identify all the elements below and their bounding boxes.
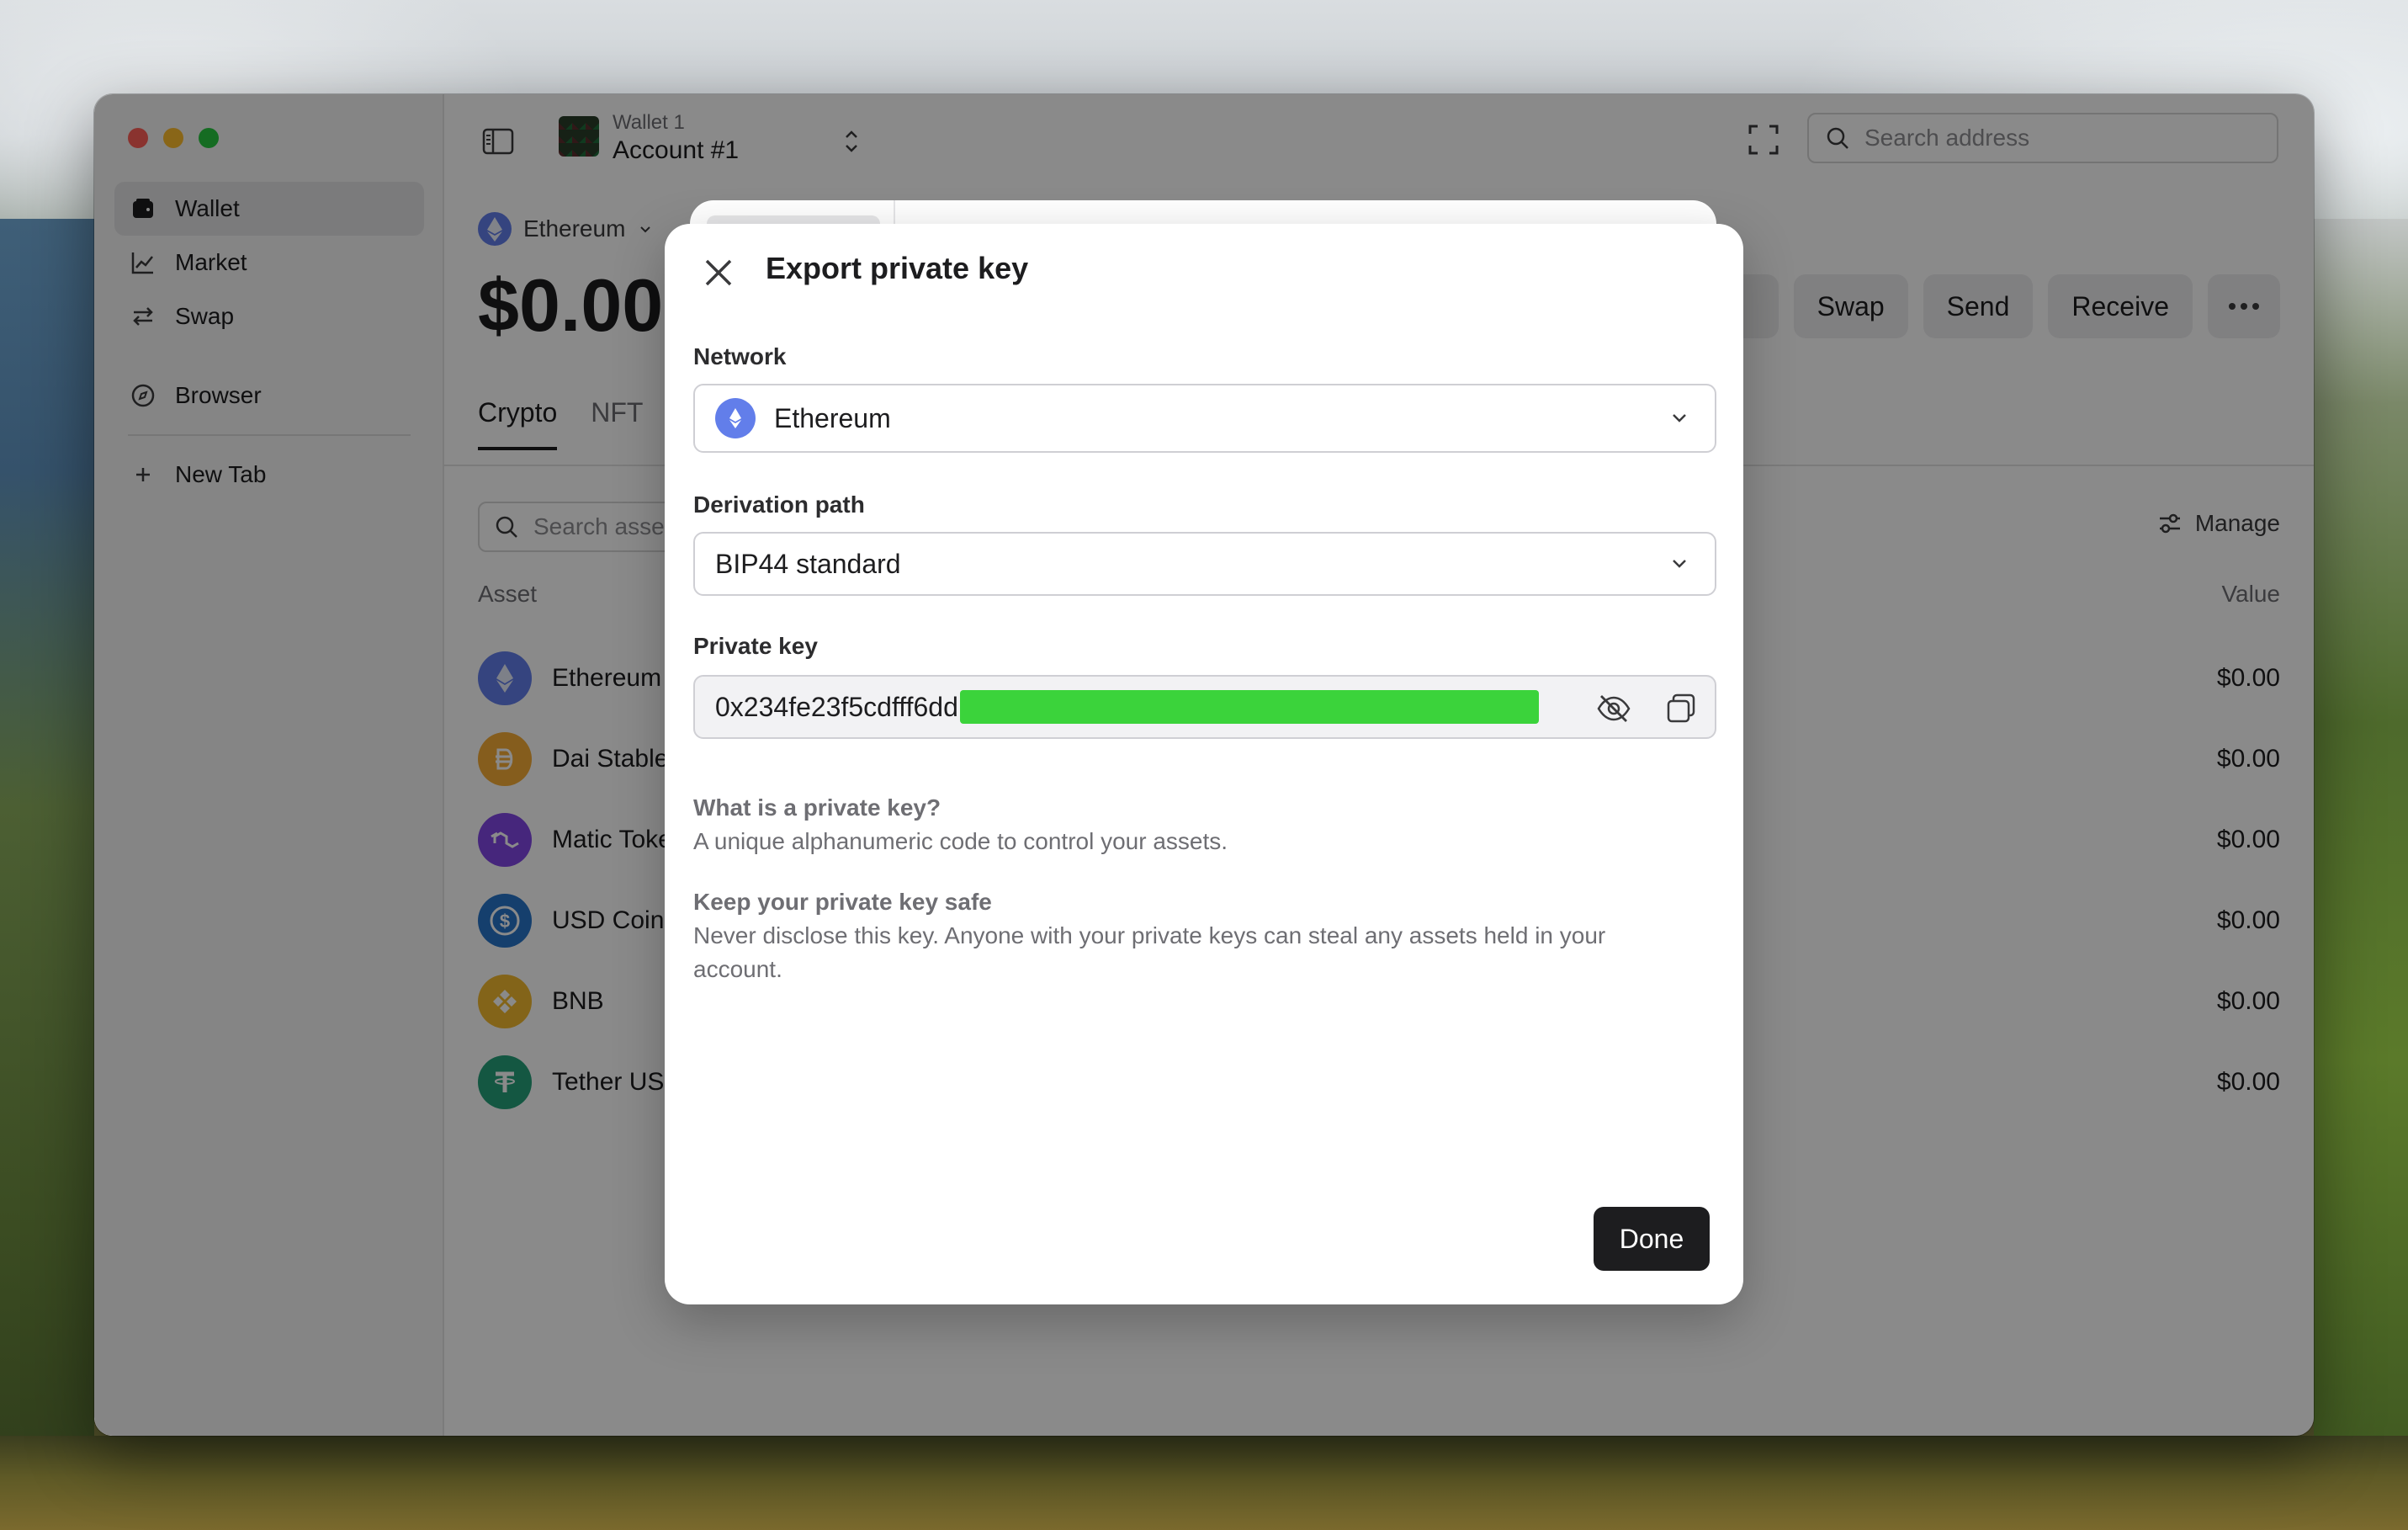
ethereum-icon [715, 398, 756, 438]
derivation-path-label: Derivation path [693, 491, 865, 518]
chevron-down-icon [1673, 560, 1686, 568]
private-key-redaction [959, 690, 1539, 724]
desktop-wallpaper-left [0, 219, 94, 1530]
info-safe-text: Never disclose this key. Anyone with you… [693, 922, 1606, 982]
copy-icon[interactable] [1663, 690, 1700, 727]
desktop-wallpaper-bottom [0, 1436, 2408, 1530]
private-key-value: 0x234fe23f5cdfff6dd [715, 691, 958, 722]
private-key-label: Private key [693, 633, 818, 659]
network-select-value: Ethereum [774, 402, 891, 433]
derivation-path-value: BIP44 standard [715, 548, 901, 579]
eye-off-icon[interactable] [1595, 690, 1632, 727]
desktop-wallpaper-right [2314, 219, 2408, 1530]
network-label: Network [693, 343, 787, 369]
info-what-text: A unique alphanumeric code to control yo… [693, 828, 1228, 854]
dialog-title: Export private key [766, 251, 1029, 285]
info-safe-title: Keep your private key safe [693, 889, 992, 915]
close-icon[interactable] [700, 254, 737, 291]
done-button[interactable]: Done [1594, 1207, 1710, 1271]
network-select[interactable]: Ethereum [693, 384, 1716, 453]
export-private-key-dialog: Export private key Network Ethereum Deri… [665, 224, 1743, 1304]
derivation-path-select[interactable]: BIP44 standard [693, 532, 1716, 596]
private-key-field[interactable]: 0x234fe23f5cdfff6dd [693, 675, 1716, 739]
chevron-down-icon [1673, 414, 1686, 422]
info-what-title: What is a private key? [693, 794, 941, 821]
